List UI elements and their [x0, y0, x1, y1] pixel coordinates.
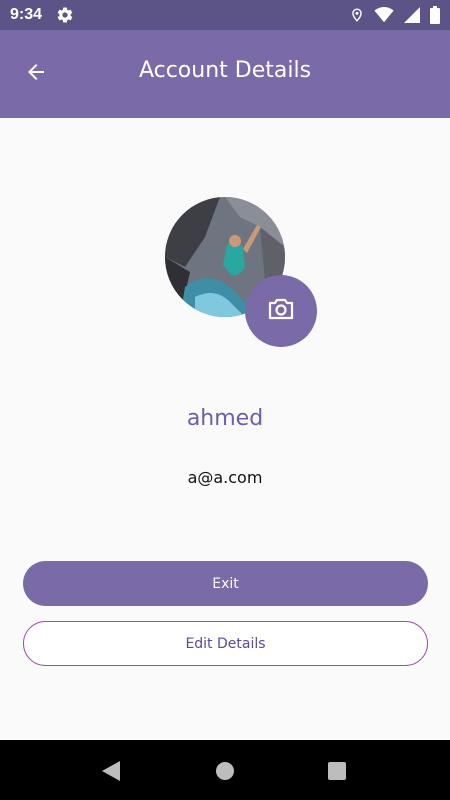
user-name: ahmed: [186, 406, 264, 431]
edit-details-button[interactable]: Edit Details: [23, 621, 428, 666]
recents-square-icon[interactable]: [324, 758, 350, 784]
wifi-icon: [374, 7, 394, 23]
status-icons: [350, 6, 440, 24]
status-time: 9:34: [10, 6, 43, 23]
signal-icon: [404, 7, 420, 23]
home-circle-icon[interactable]: [212, 758, 238, 784]
location-icon: [350, 6, 364, 24]
user-email: a@a.com: [187, 468, 263, 487]
app-bar: Account Details: [0, 30, 450, 118]
camera-icon: [267, 297, 295, 325]
exit-button[interactable]: Exit: [23, 561, 428, 606]
change-photo-button[interactable]: [245, 275, 317, 347]
page-title: Account Details: [138, 58, 312, 83]
back-triangle-icon[interactable]: [98, 758, 124, 784]
system-nav-bar: [0, 740, 450, 800]
gear-icon: [56, 6, 74, 24]
status-bar: 9:34: [0, 0, 450, 30]
battery-icon: [430, 6, 440, 24]
